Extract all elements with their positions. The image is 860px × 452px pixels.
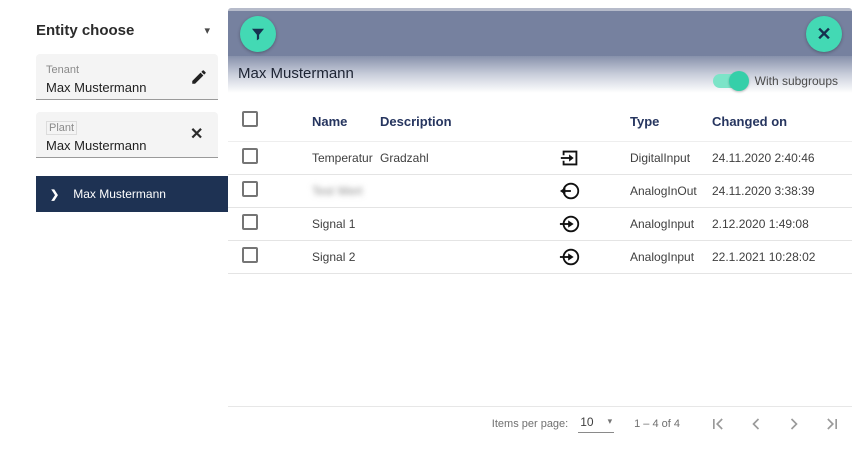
entity-detail-panel: ✕ Max Mustermann With subgroups Name Des… [228, 8, 852, 452]
sidebar-title: Entity choose [36, 22, 134, 39]
tenant-field[interactable]: Tenant Max Mustermann [36, 54, 218, 100]
entity-sidebar: Entity choose ▾ Tenant Max Mustermann Pl… [0, 0, 228, 452]
close-icon: ✕ [816, 25, 831, 43]
sidebar-header: Entity choose ▾ [36, 22, 218, 39]
header-description[interactable]: Description [380, 114, 510, 129]
items-per-page-select[interactable]: 10 ▾ [578, 415, 614, 433]
next-page-button[interactable] [780, 410, 808, 438]
edit-pencil-icon[interactable] [190, 68, 208, 86]
row-name: Signal 1 [312, 217, 380, 231]
table-row[interactable]: Signal 2 AnalogInput 22.1.2021 10:28:02 [228, 241, 852, 274]
previous-page-button[interactable] [742, 410, 770, 438]
items-per-page-value: 10 [580, 415, 593, 429]
row-changed-on: 2.12.2020 1:49:08 [712, 217, 860, 231]
row-type: AnalogInOut [630, 184, 712, 198]
page-range-label: 1 – 4 of 4 [634, 418, 680, 430]
row-name: Signal 2 [312, 250, 380, 264]
row-changed-on: 24.11.2020 2:40:46 [712, 151, 860, 165]
digital-input-icon [510, 147, 630, 169]
with-subgroups-label: With subgroups [755, 74, 838, 88]
header-name[interactable]: Name [312, 114, 380, 129]
row-name: Temperatur [312, 151, 380, 165]
signals-table: Name Description Type Changed on Tempera… [228, 102, 852, 274]
row-checkbox[interactable] [242, 148, 258, 164]
filter-button[interactable] [240, 16, 276, 52]
row-checkbox[interactable] [242, 181, 258, 197]
row-changed-on: 24.11.2020 3:38:39 [712, 184, 860, 198]
collapse-caret-icon[interactable]: ▾ [204, 24, 218, 37]
row-checkbox[interactable] [242, 247, 258, 263]
panel-topbar: ✕ [228, 8, 852, 56]
paginator: Items per page: 10 ▾ 1 – 4 of 4 [228, 406, 852, 440]
analog-input-icon [510, 246, 630, 268]
header-changed-on[interactable]: Changed on [712, 114, 860, 129]
last-page-button[interactable] [818, 410, 846, 438]
row-description: Gradzahl [380, 151, 510, 165]
row-type: DigitalInput [630, 151, 712, 165]
row-name-redacted: Test Wert [312, 184, 362, 198]
analog-input-icon [510, 213, 630, 235]
tenant-field-value: Max Mustermann [46, 80, 208, 95]
tree-item-max-mustermann[interactable]: ❯ Max Mustermann [36, 176, 228, 212]
select-all-checkbox[interactable] [242, 111, 258, 127]
tree-item-label: Max Mustermann [73, 187, 166, 201]
close-panel-button[interactable]: ✕ [806, 16, 842, 52]
tenant-field-label: Tenant [46, 64, 79, 76]
first-page-button[interactable] [704, 410, 732, 438]
dropdown-caret-icon: ▾ [608, 416, 613, 427]
plant-field-label: Plant [46, 121, 77, 135]
row-type: AnalogInput [630, 217, 712, 231]
panel-title: Max Mustermann [238, 65, 354, 82]
row-checkbox[interactable] [242, 214, 258, 230]
table-row[interactable]: Test Wert AnalogInOut 24.11.2020 3:38:39 [228, 175, 852, 208]
with-subgroups-toggle[interactable] [713, 74, 747, 88]
table-row[interactable]: Temperatur Gradzahl DigitalInput 24.11.2… [228, 142, 852, 175]
subgroups-toggle-row: With subgroups [713, 74, 838, 88]
plant-field[interactable]: Plant Max Mustermann ✕ [36, 112, 218, 158]
funnel-icon [249, 25, 267, 43]
items-per-page-label: Items per page: [492, 418, 568, 430]
clear-x-icon[interactable]: ✕ [190, 126, 208, 144]
chevron-right-icon[interactable]: ❯ [50, 188, 59, 201]
row-type: AnalogInput [630, 250, 712, 264]
table-header-row: Name Description Type Changed on [228, 102, 852, 142]
analog-inout-icon [510, 180, 630, 202]
header-type[interactable]: Type [630, 114, 712, 129]
plant-field-value: Max Mustermann [46, 138, 208, 153]
row-changed-on: 22.1.2021 10:28:02 [712, 250, 860, 264]
table-row[interactable]: Signal 1 AnalogInput 2.12.2020 1:49:08 [228, 208, 852, 241]
toggle-knob[interactable] [729, 71, 749, 91]
